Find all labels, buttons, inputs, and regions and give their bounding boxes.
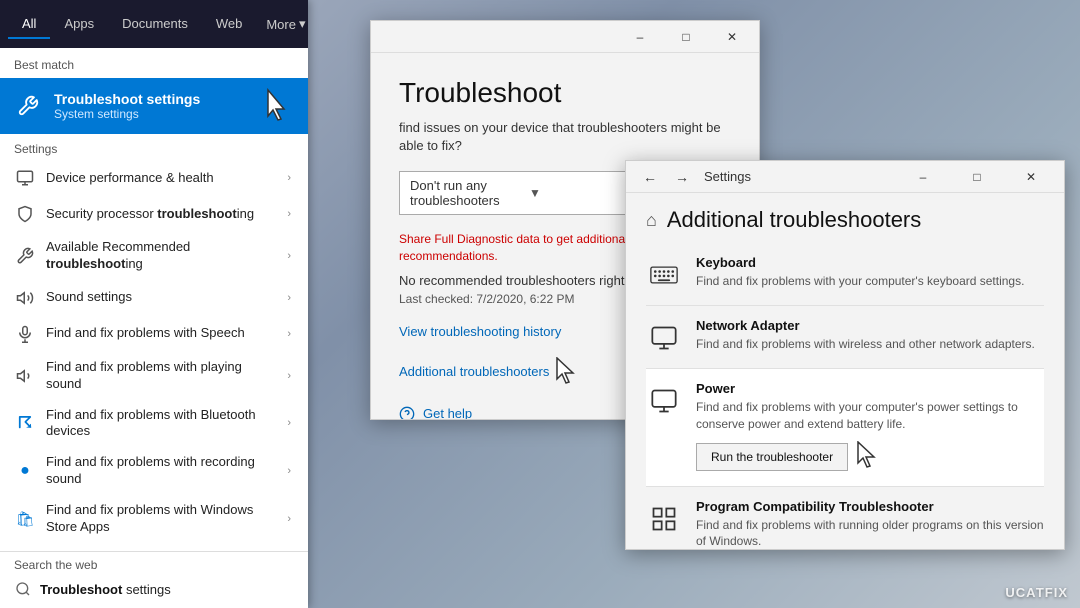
record-icon: ● [14,460,36,482]
start-search-panel: All Apps Documents Web More ▾ Best match… [0,0,308,608]
menu-item-label: Find and fix problems with playing sound [46,359,277,393]
sound-icon [14,287,36,309]
cursor-indicator [264,88,294,124]
bluetooth-icon: ☈ [14,412,36,434]
program-icon [646,501,682,537]
menu-item-label: Find and fix problems with Speech [46,325,277,342]
speaker-icon [14,365,36,387]
chevron-right-icon: › [287,465,291,477]
cursor-indicator-run [856,441,878,474]
close-button-2[interactable]: ✕ [1008,161,1054,193]
search-web-label: Search the web [0,552,308,574]
wrench-icon [14,245,36,267]
additional-header: ⌂ Additional troubleshooters [626,193,1064,243]
power-text: Power Find and fix problems with your co… [696,381,1044,474]
menu-item-playing-sound[interactable]: Find and fix problems with playing sound… [0,352,308,400]
compatibility-text: Program Compatibility Troubleshooter Fin… [696,499,1044,549]
menu-item-security-processor[interactable]: Security processor troubleshooting › [0,196,308,232]
search-query-text: Troubleshoot settings [40,582,171,597]
titlebar-nav: ← → [636,163,696,191]
search-bottom: Search the web Troubleshoot settings [0,551,308,608]
menu-item-label: Device performance & health [46,170,277,187]
search-tabs: All Apps Documents Web More ▾ [0,0,308,48]
network-text: Network Adapter Find and fix problems wi… [696,318,1044,353]
menu-item-label: Find and fix problems with recording sou… [46,454,277,488]
tab-all[interactable]: All [8,10,50,39]
additional-troubleshooters-link[interactable]: Additional troubleshooters [399,364,549,379]
chevron-right-icon: › [287,513,291,525]
chevron-right-icon: › [287,292,291,304]
search-input-row[interactable]: Troubleshoot settings [0,574,308,608]
troubleshooter-power: Power Find and fix problems with your co… [646,369,1044,487]
troubleshooter-network: Network Adapter Find and fix problems wi… [646,306,1044,369]
menu-item-label: Available Recommended troubleshooting [46,239,277,273]
result-wrench-icon [14,92,42,120]
chevron-right-icon: › [287,370,291,382]
additional-troubleshooters-window: ← → Settings – □ ✕ ⌂ Additional troubles… [625,160,1065,550]
mic-icon [14,323,36,345]
maximize-button-2[interactable]: □ [954,161,1000,193]
window-titlebar: – □ ✕ [371,21,759,53]
minimize-button[interactable]: – [617,21,663,53]
menu-item-label: Sound settings [46,289,277,306]
result-text: Troubleshoot settings System settings [54,91,252,121]
menu-item-label: Find and fix problems with Windows Store… [46,502,277,536]
best-match-label: Best match [0,48,308,78]
troubleshooter-dropdown[interactable]: Don't run any troubleshooters ▼ [399,171,659,215]
menu-item-device-performance[interactable]: Device performance & health › [0,160,308,196]
cursor-indicator-additional [555,357,577,390]
menu-item-available-recommended[interactable]: Available Recommended troubleshooting › [0,232,308,280]
menu-item-store-apps[interactable]: 🛍 Find and fix problems with Windows Sto… [0,495,308,543]
chevron-right-icon: › [287,417,291,429]
home-icon: ⌂ [646,210,657,231]
menu-item-label: Security processor troubleshooting [46,206,277,223]
shield-icon [14,203,36,225]
tab-more[interactable]: More ▾ [256,10,315,38]
additional-title: Additional troubleshooters [667,207,921,233]
menu-item-speech[interactable]: Find and fix problems with Speech › [0,316,308,352]
minimize-button-2[interactable]: – [900,161,946,193]
chevron-right-icon: › [287,328,291,340]
keyboard-text: Keyboard Find and fix problems with your… [696,255,1044,290]
result-subtitle: System settings [54,107,252,121]
maximize-button[interactable]: □ [663,21,709,53]
tab-web[interactable]: Web [202,10,257,39]
additional-window-titlebar: ← → Settings – □ ✕ [626,161,1064,193]
back-button[interactable]: ← [636,163,664,191]
tab-documents[interactable]: Documents [108,10,202,39]
dropdown-value: Don't run any troubleshooters [410,178,529,208]
help-icon [399,406,415,419]
window-subtitle: find issues on your device that troubles… [399,119,731,155]
settings-section-label: Settings [0,134,308,160]
selected-result[interactable]: Troubleshoot settings System settings [0,78,308,134]
keyboard-icon [646,257,682,293]
run-troubleshooter-button[interactable]: Run the troubleshooter [696,443,848,471]
menu-item-label: Find and fix problems with Bluetooth dev… [46,407,277,441]
store-icon: 🛍 [14,508,36,530]
menu-item-sound-settings[interactable]: Sound settings › [0,280,308,316]
troubleshooter-list: Keyboard Find and fix problems with your… [626,243,1064,549]
search-icon [14,580,32,598]
titlebar-title: Settings [704,169,892,184]
forward-button[interactable]: → [668,163,696,191]
troubleshooter-compatibility: Program Compatibility Troubleshooter Fin… [646,487,1044,549]
chevron-right-icon: › [287,250,291,262]
power-icon [646,383,682,419]
window-title: Troubleshoot [399,77,731,109]
watermark: UCАТFIX [1005,585,1068,600]
get-help-label: Get help [423,406,472,419]
close-button[interactable]: ✕ [709,21,755,53]
tab-apps[interactable]: Apps [50,10,108,39]
menu-item-bluetooth[interactable]: ☈ Find and fix problems with Bluetooth d… [0,400,308,448]
chevron-right-icon: › [287,208,291,220]
monitor-icon [14,167,36,189]
network-icon [646,320,682,356]
result-title: Troubleshoot settings [54,91,252,107]
troubleshooter-keyboard: Keyboard Find and fix problems with your… [646,243,1044,306]
chevron-right-icon: › [287,172,291,184]
menu-item-recording-sound[interactable]: ● Find and fix problems with recording s… [0,447,308,495]
